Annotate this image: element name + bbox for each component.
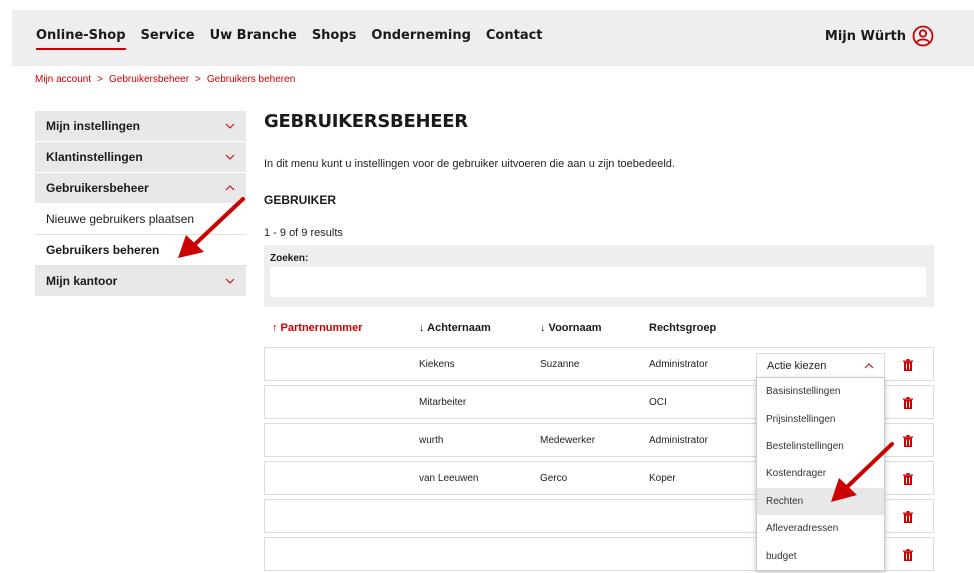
sidebar-item-label: Gebruikersbeheer xyxy=(46,181,149,195)
action-dropdown-menu: Basisinstellingen Prijsinstellingen Best… xyxy=(756,377,885,571)
section-title: GEBRUIKER xyxy=(264,193,337,207)
menu-item-price-settings[interactable]: Prijsinstellingen xyxy=(757,405,884,432)
chevron-down-icon xyxy=(225,123,235,129)
sidebar-item-label: Gebruikers beheren xyxy=(46,243,160,257)
search-label: Zoeken: xyxy=(270,253,309,264)
breadcrumb: Mijn account > Gebruikersbeheer > Gebruikers… xyxy=(35,74,295,85)
action-select[interactable]: Actie kiezen xyxy=(756,353,885,379)
sidebar-item-my-office[interactable]: Mijn kantoor xyxy=(35,266,246,297)
sidebar-item-user-management[interactable]: Gebruikersbeheer xyxy=(35,173,246,204)
cell-legal-group: Koper xyxy=(649,473,676,484)
chevron-down-icon xyxy=(225,154,235,160)
breadcrumb-manage-users[interactable]: Gebruikers beheren xyxy=(207,74,295,85)
action-select-label: Actie kiezen xyxy=(767,360,827,372)
sidebar-item-customer-settings[interactable]: Klantinstellingen xyxy=(35,142,246,173)
chevron-down-icon xyxy=(225,278,235,284)
sidebar-item-label: Mijn instellingen xyxy=(46,119,141,133)
trash-icon[interactable] xyxy=(901,472,915,486)
nav-online-shop[interactable]: Online-Shop xyxy=(36,28,126,50)
top-navigation-bar: Online-Shop Service Uw Branche Shops Ond… xyxy=(12,10,974,66)
sidebar-item-label: Nieuwe gebruikers plaatsen xyxy=(46,212,195,226)
menu-item-rights[interactable]: Rechten xyxy=(757,487,884,515)
results-count: 1 - 9 of 9 results xyxy=(264,227,343,239)
menu-item-cost-bearer[interactable]: Kostendrager xyxy=(757,460,884,487)
cell-first-name: Suzanne xyxy=(540,359,580,370)
menu-item-order-settings[interactable]: Bestelinstellingen xyxy=(757,433,884,460)
sidebar-item-label: Mijn kantoor xyxy=(46,274,118,288)
search-input[interactable] xyxy=(270,267,926,297)
cell-legal-group: Administrator xyxy=(649,359,708,370)
breadcrumb-separator: > xyxy=(195,74,201,85)
column-header-last-name[interactable]: ↓ Achternaam xyxy=(419,322,491,334)
sidebar-item-my-settings[interactable]: Mijn instellingen xyxy=(35,111,246,142)
chevron-up-icon xyxy=(225,185,235,191)
trash-icon[interactable] xyxy=(901,548,915,562)
menu-item-budget[interactable]: budget xyxy=(757,542,884,569)
cell-legal-group: OCI xyxy=(649,397,667,408)
nav-uw-branche[interactable]: Uw Branche xyxy=(210,28,297,50)
main-content: GEBRUIKERSBEHEER In dit menu kunt u inst… xyxy=(264,111,934,571)
cell-last-name: wurth xyxy=(419,435,444,446)
nav-service[interactable]: Service xyxy=(141,28,195,50)
sidebar: Mijn instellingen Klantinstellingen Gebr… xyxy=(35,111,246,297)
cell-first-name: Gerco xyxy=(540,473,568,484)
menu-item-basic-settings[interactable]: Basisinstellingen xyxy=(757,378,884,405)
intro-text: In dit menu kunt u instellingen voor de … xyxy=(264,158,675,170)
column-header-legal-group: Rechtsgroep xyxy=(649,322,717,334)
cell-legal-group: Administrator xyxy=(649,435,708,446)
trash-icon[interactable] xyxy=(901,358,915,372)
cell-last-name: Kiekens xyxy=(419,359,455,370)
cell-first-name: Medewerker xyxy=(540,435,596,446)
column-header-first-name[interactable]: ↓ Voornaam xyxy=(540,322,602,334)
nav-onderneming[interactable]: Onderneming xyxy=(371,28,470,50)
search-panel: Zoeken: xyxy=(264,245,934,307)
column-header-partner-number[interactable]: ↑ Partnernummer xyxy=(272,322,362,334)
trash-icon[interactable] xyxy=(901,510,915,524)
my-account-link[interactable]: Mijn Würth xyxy=(825,25,934,47)
breadcrumb-my-account[interactable]: Mijn account xyxy=(35,74,91,85)
sidebar-item-label: Klantinstellingen xyxy=(46,150,143,164)
cell-last-name: Mitarbeiter xyxy=(419,397,467,408)
my-account-label: Mijn Würth xyxy=(824,28,906,44)
sidebar-item-manage-users[interactable]: Gebruikers beheren xyxy=(35,235,246,266)
breadcrumb-user-management[interactable]: Gebruikersbeheer xyxy=(109,74,189,85)
main-menu: Online-Shop Service Uw Branche Shops Ond… xyxy=(36,28,543,50)
user-icon xyxy=(912,25,934,47)
trash-icon[interactable] xyxy=(901,434,915,448)
nav-contact[interactable]: Contact xyxy=(486,28,543,50)
page-title: GEBRUIKERSBEHEER xyxy=(264,111,468,132)
trash-icon[interactable] xyxy=(901,396,915,410)
cell-last-name: van Leeuwen xyxy=(419,473,479,484)
sidebar-item-add-new-users[interactable]: Nieuwe gebruikers plaatsen xyxy=(35,204,246,235)
menu-item-delivery-addresses[interactable]: Afleveradressen xyxy=(757,515,884,542)
chevron-up-icon xyxy=(864,363,874,369)
nav-shops[interactable]: Shops xyxy=(312,28,357,50)
breadcrumb-separator: > xyxy=(97,74,103,85)
